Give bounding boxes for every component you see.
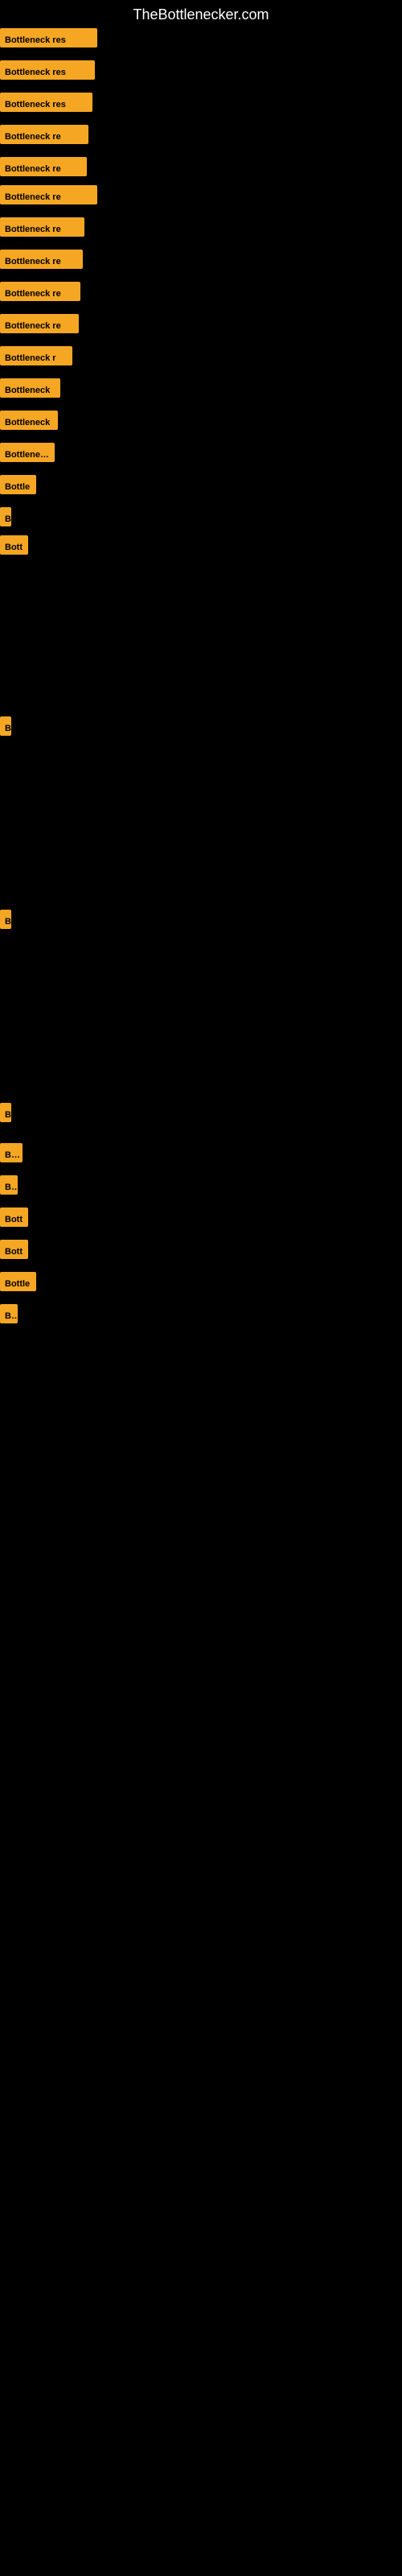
bottleneck-label: Bottleneck res <box>0 60 95 80</box>
bottleneck-label: Bottleneck re <box>0 157 87 176</box>
bottleneck-label: Bot <box>0 1143 23 1162</box>
bottleneck-label: Bott <box>0 1240 28 1259</box>
bottleneck-label: Bottleneck re <box>0 250 83 269</box>
bottleneck-label: Bottleneck <box>0 443 55 462</box>
bottleneck-label: Bott <box>0 1208 28 1227</box>
bottleneck-label: Bottleneck res <box>0 28 97 47</box>
site-title: TheBottlenecker.com <box>0 0 402 30</box>
bottleneck-label: B <box>0 507 11 526</box>
bottleneck-label: Bott <box>0 535 28 555</box>
bottleneck-label: Bottleneck re <box>0 314 79 333</box>
bottleneck-label: Bottleneck <box>0 378 60 398</box>
bottleneck-label: Bottleneck r <box>0 346 72 365</box>
bottleneck-label: Bottleneck re <box>0 217 84 237</box>
bottleneck-label: Bottleneck <box>0 411 58 430</box>
bottleneck-label: Bottleneck res <box>0 93 92 112</box>
bottleneck-label: B <box>0 1103 11 1122</box>
bottleneck-label: Bottleneck re <box>0 185 97 204</box>
bottleneck-label: B <box>0 910 11 929</box>
bottleneck-label: Bo <box>0 1304 18 1323</box>
bottleneck-label: Bo <box>0 1175 18 1195</box>
bottleneck-label: Bottle <box>0 475 36 494</box>
bottleneck-label: Bottle <box>0 1272 36 1291</box>
bottleneck-label: Bottleneck re <box>0 125 88 144</box>
bottleneck-label: Bottleneck re <box>0 282 80 301</box>
bottleneck-label: B <box>0 716 11 736</box>
